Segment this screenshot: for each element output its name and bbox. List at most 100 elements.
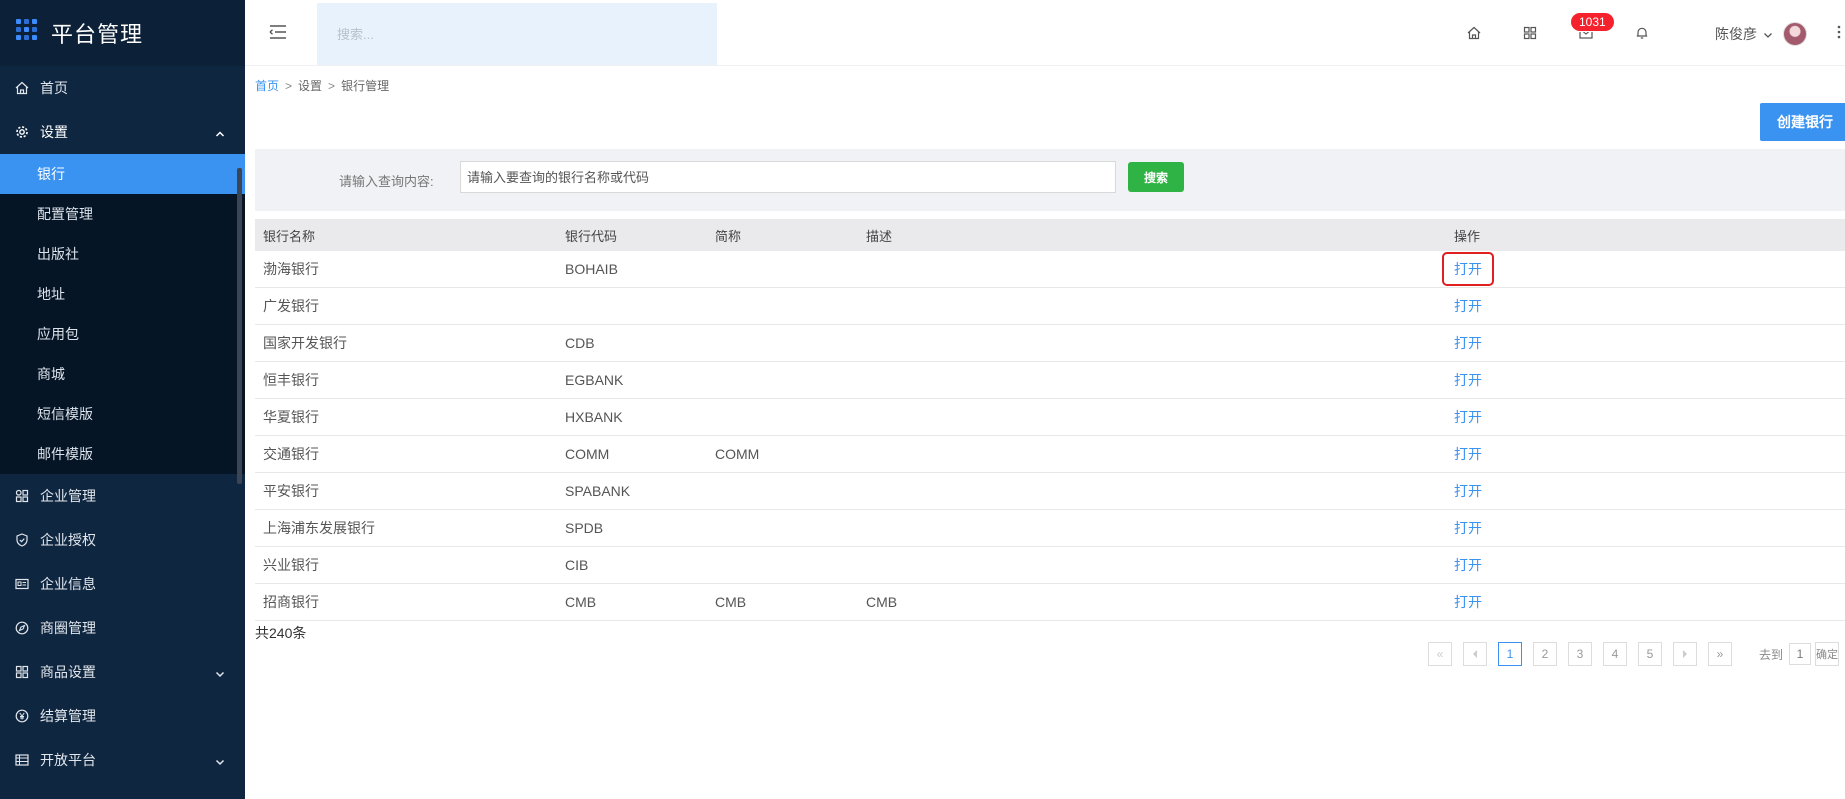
gear-icon xyxy=(14,124,30,140)
search-button[interactable]: 搜索 xyxy=(1128,162,1184,192)
sidebar-item-enterprise-info[interactable]: 企业信息 xyxy=(0,562,245,606)
grid-icon[interactable] xyxy=(1521,24,1539,42)
sidebar-subitem-publisher[interactable]: 出版社 xyxy=(0,234,245,274)
sidebar-item-label: 企业信息 xyxy=(40,576,96,592)
cell-description: CMB xyxy=(866,594,898,610)
cell-bank-name: 广发银行 xyxy=(263,298,319,314)
sidebar-scrollbar[interactable] xyxy=(237,168,242,484)
next-page-button[interactable] xyxy=(1673,642,1697,666)
home-icon[interactable] xyxy=(1465,24,1483,42)
cell-bank-code: SPABANK xyxy=(565,483,631,499)
table-icon xyxy=(14,752,30,768)
cell-bank-name: 渤海银行 xyxy=(263,261,319,277)
sidebar-subitem-config[interactable]: 配置管理 xyxy=(0,194,245,234)
app-logo-icon xyxy=(16,18,37,40)
prev-page-button[interactable] xyxy=(1463,642,1487,666)
sidebar-item-enterprise[interactable]: 企业管理 xyxy=(0,474,245,518)
top-header: 1031 陈俊彦 xyxy=(245,0,1845,66)
user-name: 陈俊彦 xyxy=(1715,26,1757,42)
create-bank-button[interactable]: 创建银行 xyxy=(1760,103,1845,141)
sidebar-subitem-bank[interactable]: 银行 xyxy=(0,154,245,194)
sidebar-item-label: 首页 xyxy=(40,80,68,96)
last-page-button[interactable]: » xyxy=(1708,642,1732,666)
sidebar-item-business-district[interactable]: 商圈管理 xyxy=(0,606,245,650)
chevron-down-icon xyxy=(215,753,225,769)
sidebar-item-settlement[interactable]: 结算管理 xyxy=(0,694,245,738)
page-button-1[interactable]: 1 xyxy=(1498,642,1522,666)
total-count: 共240条 xyxy=(255,625,307,641)
page-button-4[interactable]: 4 xyxy=(1603,642,1627,666)
cell-bank-code: CIB xyxy=(565,557,589,573)
sidebar-subitem-app-package[interactable]: 应用包 xyxy=(0,314,245,354)
page-button-2[interactable]: 2 xyxy=(1533,642,1557,666)
filter-label: 请输入查询内容: xyxy=(339,174,434,189)
chevron-down-icon xyxy=(1763,26,1773,42)
cell-bank-code: HXBANK xyxy=(565,409,623,425)
goto-confirm-button[interactable]: 确定 xyxy=(1815,642,1840,666)
breadcrumb-separator: > xyxy=(328,79,336,93)
sidebar-item-open-platform[interactable]: 开放平台 xyxy=(0,738,245,782)
cell-bank-code: CMB xyxy=(565,594,597,610)
bank-search-input[interactable] xyxy=(460,161,1116,193)
page-button-5[interactable]: 5 xyxy=(1638,642,1662,666)
cell-bank-code: COMM xyxy=(565,446,610,462)
breadcrumb-home[interactable]: 首页 xyxy=(255,79,279,93)
open-link[interactable]: 打开 xyxy=(1454,444,1482,464)
open-link[interactable]: 打开 xyxy=(1442,252,1494,286)
main-content: 首页 > 设置 > 银行管理 创建银行 请输入查询内容: 搜索 银行名称 银行代码 简称… xyxy=(245,67,1845,799)
sidebar-item-label: 商品设置 xyxy=(40,664,96,680)
breadcrumb-current: 银行管理 xyxy=(341,79,390,93)
column-header-short: 简称 xyxy=(715,228,742,244)
avatar[interactable] xyxy=(1783,22,1807,46)
breadcrumb-settings[interactable]: 设置 xyxy=(298,79,322,93)
more-vertical-icon[interactable] xyxy=(1837,24,1841,43)
open-link[interactable]: 打开 xyxy=(1454,370,1482,390)
apps-icon xyxy=(14,488,30,504)
open-link[interactable]: 打开 xyxy=(1454,481,1482,501)
cell-short-name: CMB xyxy=(715,594,747,610)
cell-bank-name: 华夏银行 xyxy=(263,409,319,425)
message-count-badge: 1031 xyxy=(1570,12,1615,32)
sidebar-item-authorization[interactable]: 企业授权 xyxy=(0,518,245,562)
column-header-name: 银行名称 xyxy=(263,228,316,244)
table-row: 平安银行 SPABANK 打开 xyxy=(255,473,1845,510)
open-link[interactable]: 打开 xyxy=(1454,555,1482,575)
sidebar-subitem-sms-template[interactable]: 短信模版 xyxy=(0,394,245,434)
cell-bank-name: 交通银行 xyxy=(263,446,319,462)
open-link[interactable]: 打开 xyxy=(1454,333,1482,353)
open-link[interactable]: 打开 xyxy=(1454,592,1482,612)
table-row: 恒丰银行 EGBANK 打开 xyxy=(255,362,1845,399)
bell-icon[interactable] xyxy=(1633,24,1651,42)
cell-bank-name: 招商银行 xyxy=(263,594,319,610)
open-link[interactable]: 打开 xyxy=(1454,296,1482,316)
goto-label: 去到 xyxy=(1759,647,1784,662)
sidebar-subitem-email-template[interactable]: 邮件模版 xyxy=(0,434,245,474)
user-menu[interactable]: 陈俊彦 xyxy=(1715,22,1807,46)
global-search-input[interactable] xyxy=(317,3,717,65)
table-row: 广发银行 打开 xyxy=(255,288,1845,325)
goto-page-input[interactable] xyxy=(1789,643,1812,665)
grid-icon xyxy=(14,664,30,680)
sidebar-menu: 首页 设置 银行 配置管理 出版社 地址 应用包 商城 短信模版 邮件模版 企业… xyxy=(0,66,245,782)
sidebar-subitem-mall[interactable]: 商城 xyxy=(0,354,245,394)
sidebar-item-settings[interactable]: 设置 xyxy=(0,110,245,154)
caret-right-icon xyxy=(1683,650,1687,658)
page-button-3[interactable]: 3 xyxy=(1568,642,1592,666)
open-link[interactable]: 打开 xyxy=(1454,518,1482,538)
menu-toggle-icon[interactable] xyxy=(269,24,287,43)
home-icon xyxy=(14,80,30,96)
table-body: 渤海银行 BOHAIB 打开 广发银行 打开 国家开发银行 CDB 打开 恒丰银行 EGBANK 打… xyxy=(255,251,1845,621)
sidebar-item-product-settings[interactable]: 商品设置 xyxy=(0,650,245,694)
open-link[interactable]: 打开 xyxy=(1454,407,1482,427)
sidebar-item-home[interactable]: 首页 xyxy=(0,66,245,110)
first-page-button[interactable]: « xyxy=(1428,642,1452,666)
caret-left-icon xyxy=(1473,650,1477,658)
sidebar-item-label: 结算管理 xyxy=(40,708,96,724)
sidebar-subitem-address[interactable]: 地址 xyxy=(0,274,245,314)
pagination: « 1 2 3 4 5 » 去到 确定 xyxy=(1428,642,1840,666)
sidebar-item-label: 企业授权 xyxy=(40,532,96,548)
sidebar-item-label: 开放平台 xyxy=(40,752,96,768)
breadcrumb-separator: > xyxy=(285,79,293,93)
cell-bank-code: EGBANK xyxy=(565,372,624,388)
table-row: 招商银行 CMB CMB CMB 打开 xyxy=(255,584,1845,621)
